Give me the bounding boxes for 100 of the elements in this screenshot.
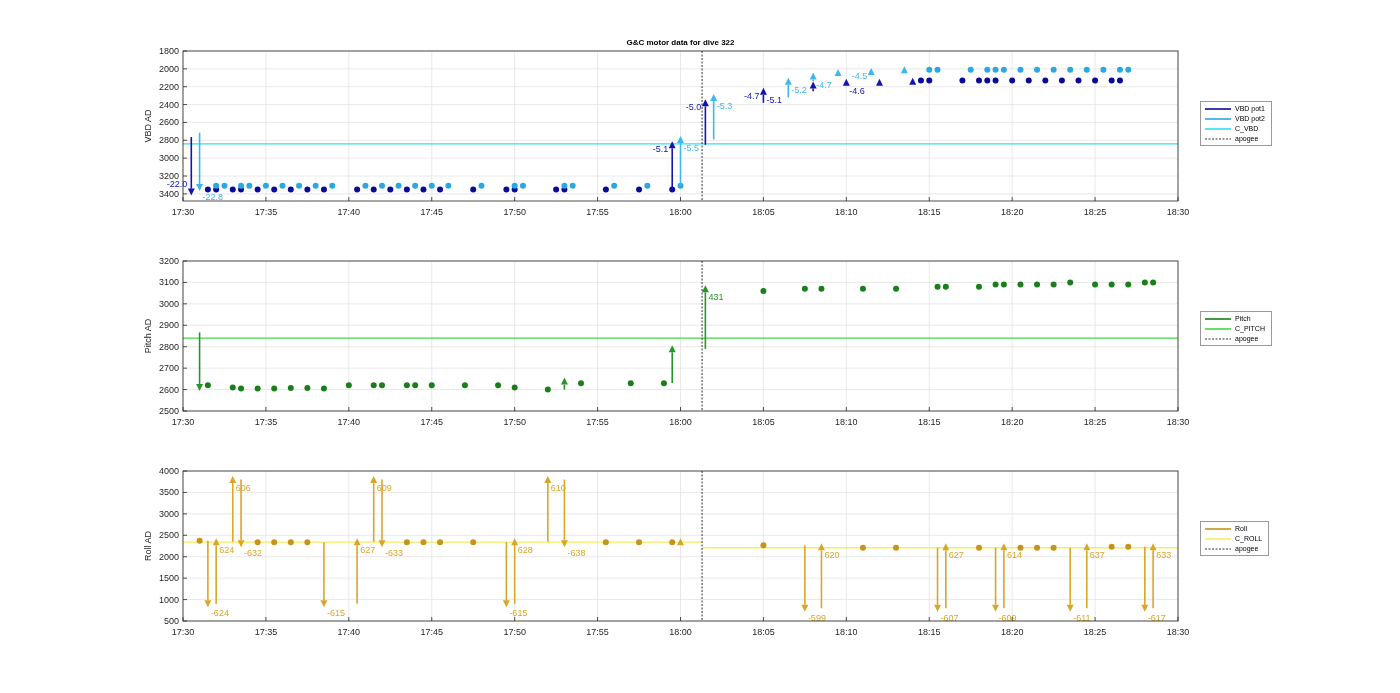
y-tick-label: 500 bbox=[163, 616, 179, 626]
data-label: 628 bbox=[517, 545, 533, 556]
x-tick-label: 17:55 bbox=[586, 207, 609, 217]
x-tick-label: 17:30 bbox=[171, 627, 195, 637]
data-label: -4.7 bbox=[743, 90, 760, 101]
x-tick-label: 18:15 bbox=[918, 627, 941, 637]
y-tick-label: 2900 bbox=[158, 320, 179, 331]
y-axis-label: Roll AD bbox=[143, 531, 153, 561]
y-tick-label: 3100 bbox=[158, 277, 179, 288]
x-tick-label: 18:20 bbox=[1000, 627, 1024, 637]
x-tick-label: 18:10 bbox=[835, 207, 858, 217]
data-label: 633 bbox=[1156, 550, 1172, 561]
data-label: -609 bbox=[998, 612, 1017, 623]
x-tick-label: 18:05 bbox=[752, 417, 775, 427]
x-tick-label: 17:55 bbox=[586, 417, 609, 427]
point bbox=[560, 377, 568, 385]
point bbox=[784, 77, 792, 85]
x-tick-label: 17:45 bbox=[420, 627, 443, 637]
x-tick-label: 17:30 bbox=[171, 207, 195, 217]
data-label: -5.0 bbox=[685, 102, 702, 113]
y-tick-label: 2200 bbox=[158, 81, 179, 92]
y-tick-label: 2000 bbox=[158, 551, 179, 562]
point bbox=[502, 600, 510, 608]
y-tick-label: 1800 bbox=[158, 47, 179, 56]
y-tick-label: 3400 bbox=[158, 188, 179, 199]
x-tick-label: 17:40 bbox=[337, 417, 361, 427]
y-tick-label: 3200 bbox=[158, 257, 179, 266]
data-label: -22.0 bbox=[166, 178, 188, 189]
data-label: 431 bbox=[708, 292, 724, 303]
data-label: -632 bbox=[244, 548, 263, 559]
y-axis-label: VBD AD bbox=[143, 109, 153, 143]
y-tick-label: 2800 bbox=[158, 341, 179, 352]
point bbox=[353, 538, 361, 546]
y-tick-label: 3000 bbox=[158, 298, 179, 309]
y-axis-label: Pitch AD bbox=[143, 318, 153, 354]
x-tick-label: 17:45 bbox=[420, 207, 443, 217]
point bbox=[196, 184, 204, 192]
x-tick-label: 17:35 bbox=[254, 207, 278, 217]
data-label: -607 bbox=[940, 612, 959, 623]
data-label: -624 bbox=[210, 608, 229, 619]
data-label: -633 bbox=[385, 548, 403, 559]
point bbox=[196, 383, 204, 391]
point bbox=[934, 604, 942, 612]
point bbox=[320, 600, 328, 608]
x-tick-label: 18:15 bbox=[918, 417, 941, 427]
point bbox=[204, 600, 212, 608]
data-label: -5.1 bbox=[766, 94, 782, 105]
data-label: -638 bbox=[567, 548, 586, 559]
data-label: -615 bbox=[326, 608, 345, 619]
x-tick-label: 18:05 bbox=[752, 627, 775, 637]
data-label: 624 bbox=[219, 545, 235, 556]
x-tick-label: 18:30 bbox=[1166, 207, 1190, 217]
x-tick-label: 18:00 bbox=[669, 417, 692, 427]
x-tick-label: 18:00 bbox=[669, 627, 692, 637]
data-label: -4.5 bbox=[851, 71, 868, 82]
y-tick-label: 3000 bbox=[158, 153, 179, 164]
data-label: -5.3 bbox=[716, 100, 733, 111]
x-tick-label: 18:25 bbox=[1083, 417, 1107, 427]
data-label: 620 bbox=[824, 550, 840, 561]
y-tick-label: 2500 bbox=[158, 406, 179, 416]
data-label: 614 bbox=[1006, 550, 1022, 561]
y-tick-label: 2600 bbox=[158, 117, 179, 128]
x-tick-label: 17:55 bbox=[586, 627, 609, 637]
data-label: -5.2 bbox=[791, 84, 807, 95]
data-label: 627 bbox=[948, 550, 964, 561]
x-tick-label: 17:35 bbox=[254, 627, 278, 637]
y-tick-label: 1500 bbox=[158, 573, 179, 584]
x-tick-label: 18:20 bbox=[1000, 207, 1024, 217]
figure-title: G&C motor data for dive 322 bbox=[625, 39, 736, 47]
point bbox=[817, 543, 825, 551]
y-tick-label: 3000 bbox=[158, 508, 179, 519]
x-tick-label: 18:05 bbox=[752, 207, 775, 217]
y-tick-label: 3200 bbox=[158, 171, 179, 181]
point bbox=[710, 93, 718, 101]
x-tick-label: 17:40 bbox=[337, 207, 361, 217]
data-label: -4.6 bbox=[849, 85, 865, 96]
y-tick-label: 2000 bbox=[158, 63, 179, 74]
data-label: -5.1 bbox=[652, 144, 669, 155]
data-label: -5.5 bbox=[683, 142, 699, 153]
x-tick-label: 17:50 bbox=[503, 417, 526, 427]
y-tick-label: 4000 bbox=[158, 467, 179, 476]
y-tick-label: 2600 bbox=[158, 384, 179, 395]
point bbox=[759, 87, 767, 95]
x-tick-label: 17:45 bbox=[420, 417, 443, 427]
point bbox=[560, 540, 568, 548]
data-label: -617 bbox=[1147, 612, 1166, 623]
point bbox=[378, 540, 386, 548]
data-label: -615 bbox=[509, 608, 528, 619]
x-tick-label: 17:30 bbox=[171, 417, 195, 427]
data-label: 637 bbox=[1089, 550, 1105, 561]
x-tick-label: 17:35 bbox=[254, 417, 278, 427]
x-tick-label: 18:10 bbox=[835, 627, 858, 637]
point bbox=[370, 476, 378, 484]
point bbox=[544, 476, 552, 484]
data-label: -599 bbox=[807, 612, 826, 623]
point bbox=[237, 540, 245, 548]
x-tick-label: 18:10 bbox=[835, 417, 858, 427]
data-label: -4.7 bbox=[816, 79, 832, 90]
data-label: -22.8 bbox=[202, 192, 224, 203]
y-tick-label: 2800 bbox=[158, 135, 179, 146]
